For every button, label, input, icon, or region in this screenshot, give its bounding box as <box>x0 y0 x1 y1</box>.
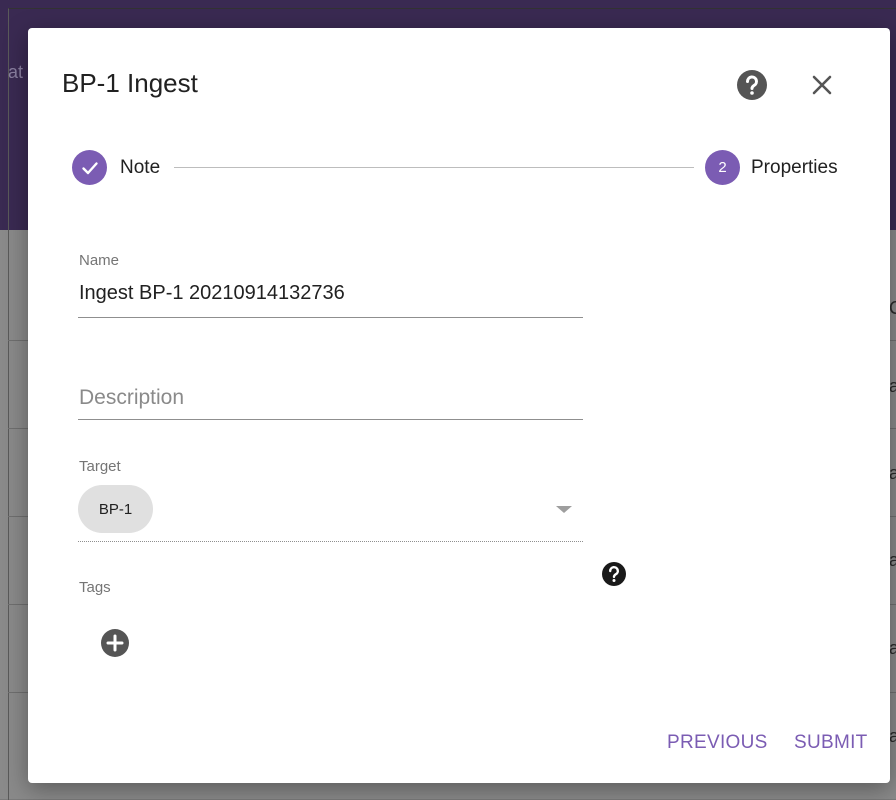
step-label-note: Note <box>120 157 161 178</box>
step-completed-indicator <box>72 150 107 185</box>
dialog-title: BP-1 Ingest <box>62 68 198 98</box>
previous-button[interactable]: PREVIOUS <box>667 732 768 754</box>
background-text-fragment: a <box>889 463 896 483</box>
tags-field-label: Tags <box>79 579 111 596</box>
ingest-dialog: BP-1 Ingest Note 2 Properties Name Inges… <box>28 28 890 783</box>
background-text-fragment: a <box>889 376 896 396</box>
background-text-fragment: a <box>889 726 896 746</box>
add-tag-icon[interactable] <box>100 628 130 658</box>
name-field[interactable]: Ingest BP-1 20210914132736 <box>79 282 345 305</box>
target-chip[interactable]: BP-1 <box>78 485 153 533</box>
target-field-underline <box>78 541 583 542</box>
tags-help-icon[interactable] <box>601 561 627 587</box>
name-field-label: Name <box>79 252 120 269</box>
target-field-label: Target <box>79 458 121 475</box>
close-icon[interactable] <box>806 69 838 101</box>
help-icon[interactable] <box>736 69 768 101</box>
step-label-properties: Properties <box>751 157 838 178</box>
background-text-fragment: a <box>889 638 896 658</box>
background-text-fragment: C <box>889 298 896 318</box>
check-icon <box>81 161 98 174</box>
step-active-indicator: 2 <box>705 150 740 185</box>
submit-button[interactable]: SUBMIT <box>794 732 868 754</box>
stepper-connector <box>174 167 694 168</box>
description-field-underline <box>78 419 583 420</box>
background-text-fragment: at <box>8 62 24 82</box>
chevron-down-icon[interactable] <box>556 506 572 513</box>
background-text-fragment: a <box>889 550 896 570</box>
description-field[interactable]: Description <box>79 386 184 410</box>
name-field-underline <box>78 317 583 318</box>
